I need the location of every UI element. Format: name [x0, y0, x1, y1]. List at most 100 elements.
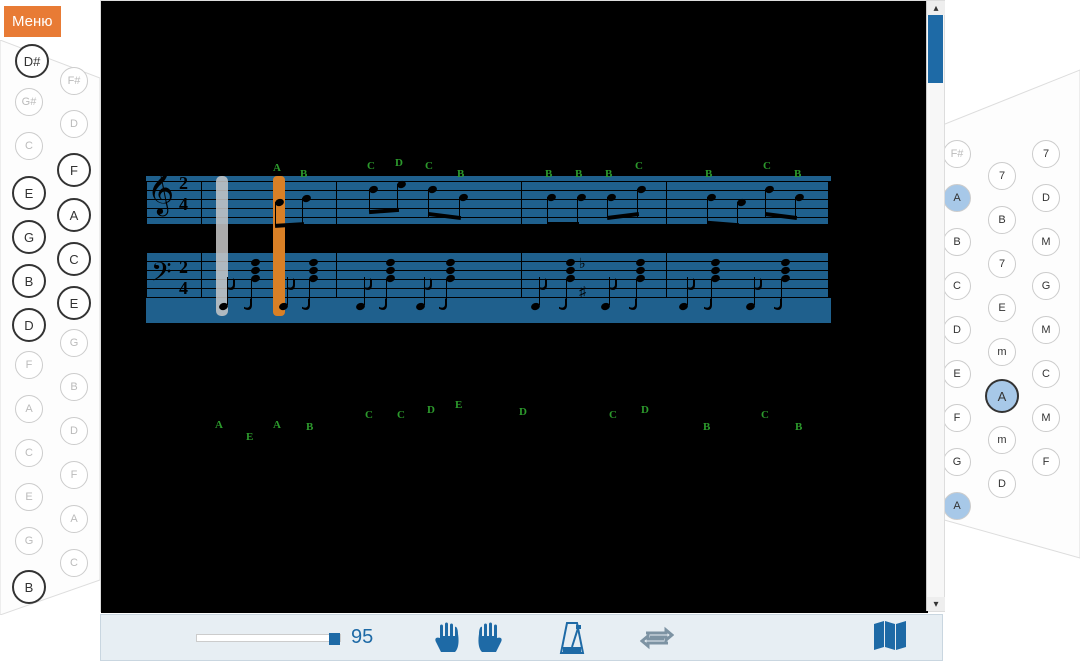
note-annotation: B [703, 421, 710, 433]
left-key-f[interactable]: F [15, 351, 43, 379]
left-key-f[interactable]: F [57, 153, 91, 187]
left-key-c[interactable]: C [15, 132, 43, 160]
left-key-b[interactable]: B [12, 264, 46, 298]
right-key-7[interactable]: 7 [988, 250, 1016, 278]
left-key-e[interactable]: E [12, 176, 46, 210]
vertical-scrollbar[interactable]: ▴ ▾ [926, 1, 944, 611]
sheet-area: 𝄞 𝄢 24 24 1 2 3 4 ABCDCBBBBCBCB AEABCCDE… [100, 0, 945, 612]
barline [666, 181, 667, 297]
left-hand-button[interactable] [433, 622, 461, 654]
left-key-e[interactable]: E [15, 483, 43, 511]
left-key-b[interactable]: B [60, 373, 88, 401]
tempo-slider-thumb[interactable] [329, 633, 340, 645]
right-key-c[interactable]: C [1032, 360, 1060, 388]
left-key-dsharp[interactable]: D# [15, 44, 49, 78]
scroll-down-button[interactable]: ▾ [927, 597, 945, 611]
scroll-thumb[interactable] [928, 15, 943, 83]
left-key-a[interactable]: A [15, 395, 43, 423]
note-stem [737, 202, 738, 225]
right-key-fsharp[interactable]: F# [943, 140, 971, 168]
barline [521, 181, 522, 297]
left-key-gsharp[interactable]: G# [15, 88, 43, 116]
measure-number: 4 [671, 228, 677, 240]
overview-map-button[interactable] [873, 620, 907, 655]
note-annotation: B [457, 168, 464, 180]
right-hand-button[interactable] [476, 622, 504, 654]
left-key-d[interactable]: D [60, 110, 88, 138]
left-key-c[interactable]: C [60, 549, 88, 577]
left-key-c[interactable]: C [57, 242, 91, 276]
right-key-f[interactable]: F [1032, 448, 1060, 476]
note-annotation: C [635, 160, 643, 172]
note-annotation: A [273, 162, 281, 174]
metronome-button[interactable] [559, 621, 585, 655]
note-annotation: C [763, 160, 771, 172]
note-annotation: B [795, 421, 802, 433]
right-key-m[interactable]: m [988, 338, 1016, 366]
right-keys-panel: F#7A7DBBM7CGEDMmECAFMmGFDA [930, 0, 1080, 620]
accidental: ♭ [579, 255, 586, 272]
sheet-canvas: 𝄞 𝄢 24 24 1 2 3 4 ABCDCBBBBCBCB AEABCCDE… [101, 1, 928, 613]
left-key-c[interactable]: C [15, 439, 43, 467]
right-key-m[interactable]: M [1032, 316, 1060, 344]
measure-number: 3 [526, 228, 532, 240]
note-annotation: C [367, 160, 375, 172]
right-key-7[interactable]: 7 [988, 162, 1016, 190]
right-key-a[interactable]: A [943, 492, 971, 520]
loop-button[interactable] [640, 625, 674, 651]
right-key-f[interactable]: F [943, 404, 971, 432]
right-key-b[interactable]: B [988, 206, 1016, 234]
beam [547, 222, 579, 226]
staff-line [146, 208, 831, 209]
right-key-g[interactable]: G [1032, 272, 1060, 300]
right-key-m[interactable]: m [988, 426, 1016, 454]
right-key-7[interactable]: 7 [1032, 140, 1060, 168]
note-annotation: B [300, 168, 307, 180]
left-key-d[interactable]: D [60, 417, 88, 445]
staff-line [146, 279, 831, 280]
note-annotation: C [397, 409, 405, 421]
left-key-g[interactable]: G [15, 527, 43, 555]
left-key-g[interactable]: G [12, 220, 46, 254]
note-annotation: A [215, 419, 223, 431]
right-key-e[interactable]: E [943, 360, 971, 388]
note-stem [795, 197, 796, 217]
note-stem [577, 197, 578, 225]
scroll-up-button[interactable]: ▴ [927, 1, 945, 15]
right-key-c[interactable]: C [943, 272, 971, 300]
measure-number: 2 [343, 228, 349, 240]
staff-line [146, 270, 831, 271]
note-annotation: C [365, 409, 373, 421]
right-key-b[interactable]: B [943, 228, 971, 256]
note-annotation: C [761, 409, 769, 421]
staff-line [146, 190, 831, 191]
playhead[interactable] [273, 176, 285, 316]
right-key-d[interactable]: D [1032, 184, 1060, 212]
left-key-b[interactable]: B [12, 570, 46, 604]
beam [275, 222, 304, 228]
note-annotation: B [545, 168, 552, 180]
time-sig-treble: 24 [179, 173, 188, 215]
left-key-a[interactable]: A [60, 505, 88, 533]
left-key-e[interactable]: E [57, 286, 91, 320]
right-key-d[interactable]: D [988, 470, 1016, 498]
left-key-fsharp[interactable]: F# [60, 67, 88, 95]
note-annotation: E [246, 431, 253, 443]
right-key-a[interactable]: A [985, 379, 1019, 413]
menu-button[interactable]: Меню [4, 6, 61, 37]
right-key-a[interactable]: A [943, 184, 971, 212]
left-key-a[interactable]: A [57, 198, 91, 232]
right-key-d[interactable]: D [943, 316, 971, 344]
barline [201, 181, 202, 297]
left-key-f[interactable]: F [60, 461, 88, 489]
right-key-m[interactable]: M [1032, 228, 1060, 256]
left-key-d[interactable]: D [12, 308, 46, 342]
right-key-g[interactable]: G [943, 448, 971, 476]
right-key-e[interactable]: E [988, 294, 1016, 322]
note-stem [369, 189, 370, 212]
left-key-g[interactable]: G [60, 329, 88, 357]
note-stem [459, 197, 460, 217]
staff-line [146, 181, 831, 182]
tempo-slider[interactable] [196, 634, 341, 642]
right-key-m[interactable]: M [1032, 404, 1060, 432]
